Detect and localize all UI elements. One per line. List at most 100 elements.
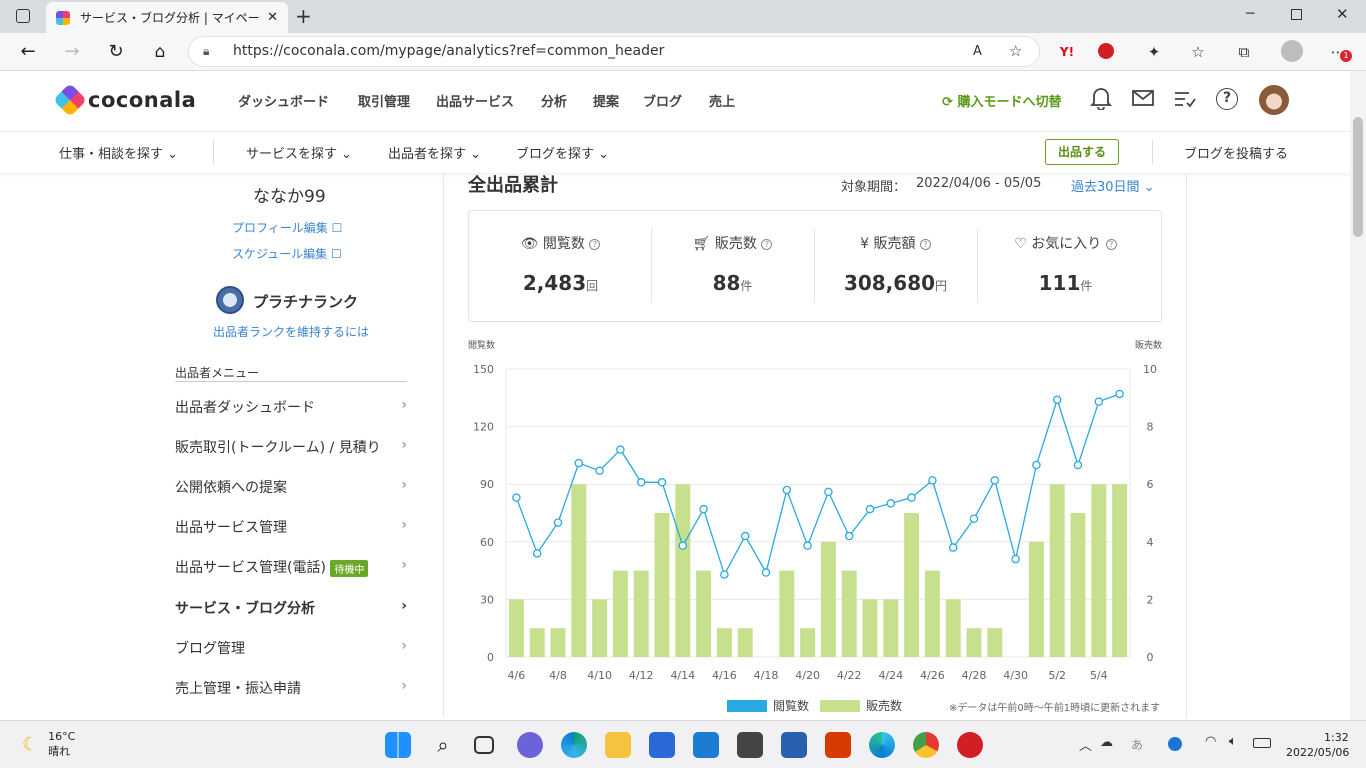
forward-icon[interactable]: →	[57, 37, 87, 67]
todo-list-icon[interactable]	[1174, 90, 1196, 112]
menu-sales-management[interactable]: 売上管理・振込申請 ›	[175, 678, 407, 698]
clock-time[interactable]: 1:32	[1324, 731, 1349, 744]
menu-seller-dashboard[interactable]: 出品者ダッシュボード ›	[175, 397, 407, 417]
sell-button[interactable]: 出品する	[1045, 139, 1119, 165]
search-icon[interactable]: ⌕	[430, 732, 456, 758]
maximize-icon[interactable]	[1291, 9, 1302, 20]
point-views	[595, 466, 604, 476]
point-views	[803, 541, 812, 550]
back-icon[interactable]: ←	[13, 37, 43, 67]
weather-widget[interactable]: ☾ 16°C 晴れ	[22, 729, 75, 759]
file-explorer-icon[interactable]	[605, 732, 631, 758]
bell-icon[interactable]	[1089, 86, 1113, 111]
clock-date[interactable]: 2022/05/06	[1286, 746, 1349, 759]
edge-dev-icon[interactable]	[561, 732, 587, 758]
user-avatar[interactable]	[1259, 85, 1289, 115]
tools-icon[interactable]	[781, 732, 807, 758]
tab-title: サービス・ブログ分析 | マイページ | ココ	[80, 11, 261, 25]
schedule-edit-link[interactable]: スケジュール編集 ☐	[232, 245, 342, 262]
nav-analytics[interactable]: 分析	[541, 91, 567, 110]
stat-unit: 件	[1080, 279, 1093, 293]
point-views	[865, 504, 875, 514]
lock-icon[interactable]: 🔒︎	[203, 37, 209, 66]
legend-views[interactable]: 閲覧数	[727, 697, 809, 714]
collections-icon[interactable]: ⧉	[1232, 40, 1256, 64]
menu-proposals[interactable]: 公開依頼への提案 ›	[175, 477, 407, 497]
tray-app-icon[interactable]	[1168, 737, 1182, 751]
menu-phone-service-management[interactable]: 出品サービス管理(電話) 待機中 ›	[175, 557, 407, 577]
profile-icon[interactable]	[1281, 40, 1303, 62]
page-scrollbar[interactable]	[1350, 71, 1366, 720]
new-tab-icon[interactable]: +	[295, 4, 312, 28]
nav-transactions[interactable]: 取引管理	[358, 91, 410, 110]
legend-sales[interactable]: 販売数	[820, 697, 902, 714]
menu-service-management[interactable]: 出品サービス管理 ›	[175, 517, 407, 537]
refresh-icon[interactable]: ↻	[101, 37, 131, 67]
post-blog-link[interactable]: ブログを投稿する	[1184, 143, 1288, 162]
help-icon[interactable]: ?	[1105, 238, 1117, 250]
menu-sales-transactions[interactable]: 販売取引(トークルーム) / 見積り ›	[175, 437, 407, 457]
x-tick-label: 4/18	[754, 669, 779, 682]
edge-icon[interactable]	[869, 732, 895, 758]
y-axis-title-right: 販売数	[1135, 339, 1162, 351]
help-icon[interactable]: ?	[761, 238, 773, 250]
favorites-icon[interactable]: ☆	[1186, 40, 1210, 64]
minimize-icon[interactable]: ─	[1246, 6, 1254, 22]
onedrive-icon[interactable]: ☁︎	[1100, 735, 1113, 750]
nav-services[interactable]: 出品サービス	[436, 91, 514, 110]
subnav-find-sellers[interactable]: 出品者を探す ⌄	[388, 143, 481, 162]
menu-blog-management[interactable]: ブログ管理 ›	[175, 638, 407, 658]
nav-dashboard[interactable]: ダッシュボード	[238, 91, 329, 110]
point-views	[1115, 389, 1124, 399]
mode-switch-button[interactable]: ⟳ 購入モードへ切替	[942, 91, 1061, 110]
wifi-icon[interactable]: ◠	[1205, 734, 1216, 749]
help-icon[interactable]: ?	[1216, 88, 1238, 110]
legend-swatch-views	[727, 699, 767, 712]
volume-icon[interactable]: 🔈︎	[1229, 734, 1237, 749]
battery-icon[interactable]	[1253, 738, 1271, 748]
app-red-icon[interactable]	[957, 732, 983, 758]
bar-sales	[550, 628, 566, 657]
subnav-find-work[interactable]: 仕事・相談を探す ⌄	[59, 143, 178, 162]
extensions-icon[interactable]: ✦	[1142, 40, 1166, 64]
office-icon[interactable]	[825, 732, 851, 758]
nav-blog[interactable]: ブログ	[643, 91, 682, 110]
nav-proposals[interactable]: 提案	[593, 91, 619, 110]
tab-actions-icon[interactable]	[16, 9, 30, 23]
nav-sales[interactable]: 売上	[709, 91, 735, 110]
chrome-icon[interactable]	[913, 732, 939, 758]
start-icon[interactable]	[385, 732, 411, 758]
rank-maintain-link[interactable]: 出品者ランクを維持するには	[213, 323, 369, 340]
stat-unit: 回	[586, 279, 599, 293]
profile-edit-label: プロフィール編集	[232, 221, 328, 235]
app-icon[interactable]	[737, 732, 763, 758]
tray-chevron-icon[interactable]: ︿	[1079, 735, 1092, 754]
browser-tab[interactable]: サービス・ブログ分析 | マイページ | ココ ✕	[46, 2, 288, 33]
close-window-icon[interactable]: ✕	[1336, 5, 1349, 23]
close-tab-icon[interactable]: ✕	[267, 10, 278, 25]
yahoo-extension-icon[interactable]: Y!	[1055, 40, 1079, 64]
home-icon[interactable]: ⌂	[145, 37, 175, 67]
favorite-star-icon[interactable]: ☆	[1009, 37, 1022, 66]
red-extension-icon[interactable]	[1098, 43, 1114, 59]
chat-icon[interactable]	[517, 732, 543, 758]
task-view-icon[interactable]	[474, 736, 494, 754]
store-icon[interactable]	[649, 732, 675, 758]
ime-indicator[interactable]: あ	[1131, 736, 1143, 753]
bar-sales	[571, 484, 587, 657]
coconala-logo[interactable]: coconala	[53, 83, 196, 117]
subnav-find-blogs-label: ブログを探す	[516, 147, 595, 162]
mail-app-icon[interactable]	[693, 732, 719, 758]
help-icon[interactable]: ?	[589, 238, 601, 250]
read-aloud-icon[interactable]: A	[973, 37, 982, 66]
menu-analytics[interactable]: サービス・ブログ分析 ›	[175, 598, 407, 618]
scrollbar-thumb[interactable]	[1353, 117, 1363, 237]
subnav-find-blogs[interactable]: ブログを探す ⌄	[516, 143, 609, 162]
help-icon[interactable]: ?	[919, 238, 931, 250]
period-select[interactable]: 過去30日間 ⌄	[1071, 176, 1155, 195]
subnav-find-services[interactable]: サービスを探す ⌄	[246, 143, 352, 162]
mail-icon[interactable]	[1132, 90, 1154, 110]
y-tick-label-left: 30	[480, 593, 494, 606]
profile-edit-link[interactable]: プロフィール編集 ☐	[232, 219, 342, 236]
address-input[interactable]: 🔒︎ https://coconala.com/mypage/analytics…	[188, 36, 1040, 67]
